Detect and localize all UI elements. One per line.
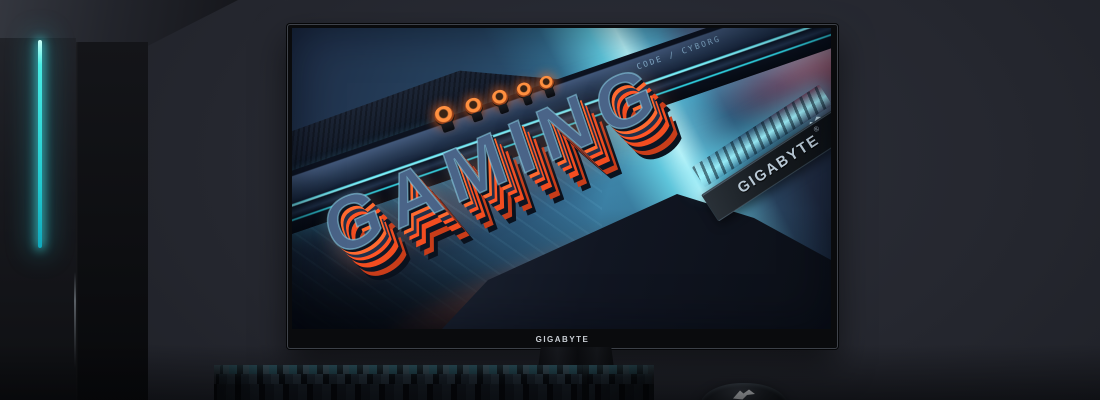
screen-vignette [292, 28, 831, 329]
pc-tower-edge-highlight [74, 272, 76, 368]
monitor-bezel-logo: GIGABYTE [288, 335, 837, 344]
monitor-screen-wallpaper: CODE / CYBORG GAMING GIGABYTE ® [292, 28, 831, 329]
pc-tower-side-panel [76, 42, 148, 400]
monitor: CODE / CYBORG GAMING GIGABYTE ® GIGABYTE [287, 24, 838, 349]
led-strip [38, 40, 42, 248]
aorus-falcon-icon [732, 388, 756, 400]
keyboard-sheen [214, 365, 654, 400]
desk-scene: CODE / CYBORG GAMING GIGABYTE ® GIGABYTE [0, 0, 1100, 400]
mouse [700, 383, 788, 400]
keyboard [214, 365, 654, 400]
